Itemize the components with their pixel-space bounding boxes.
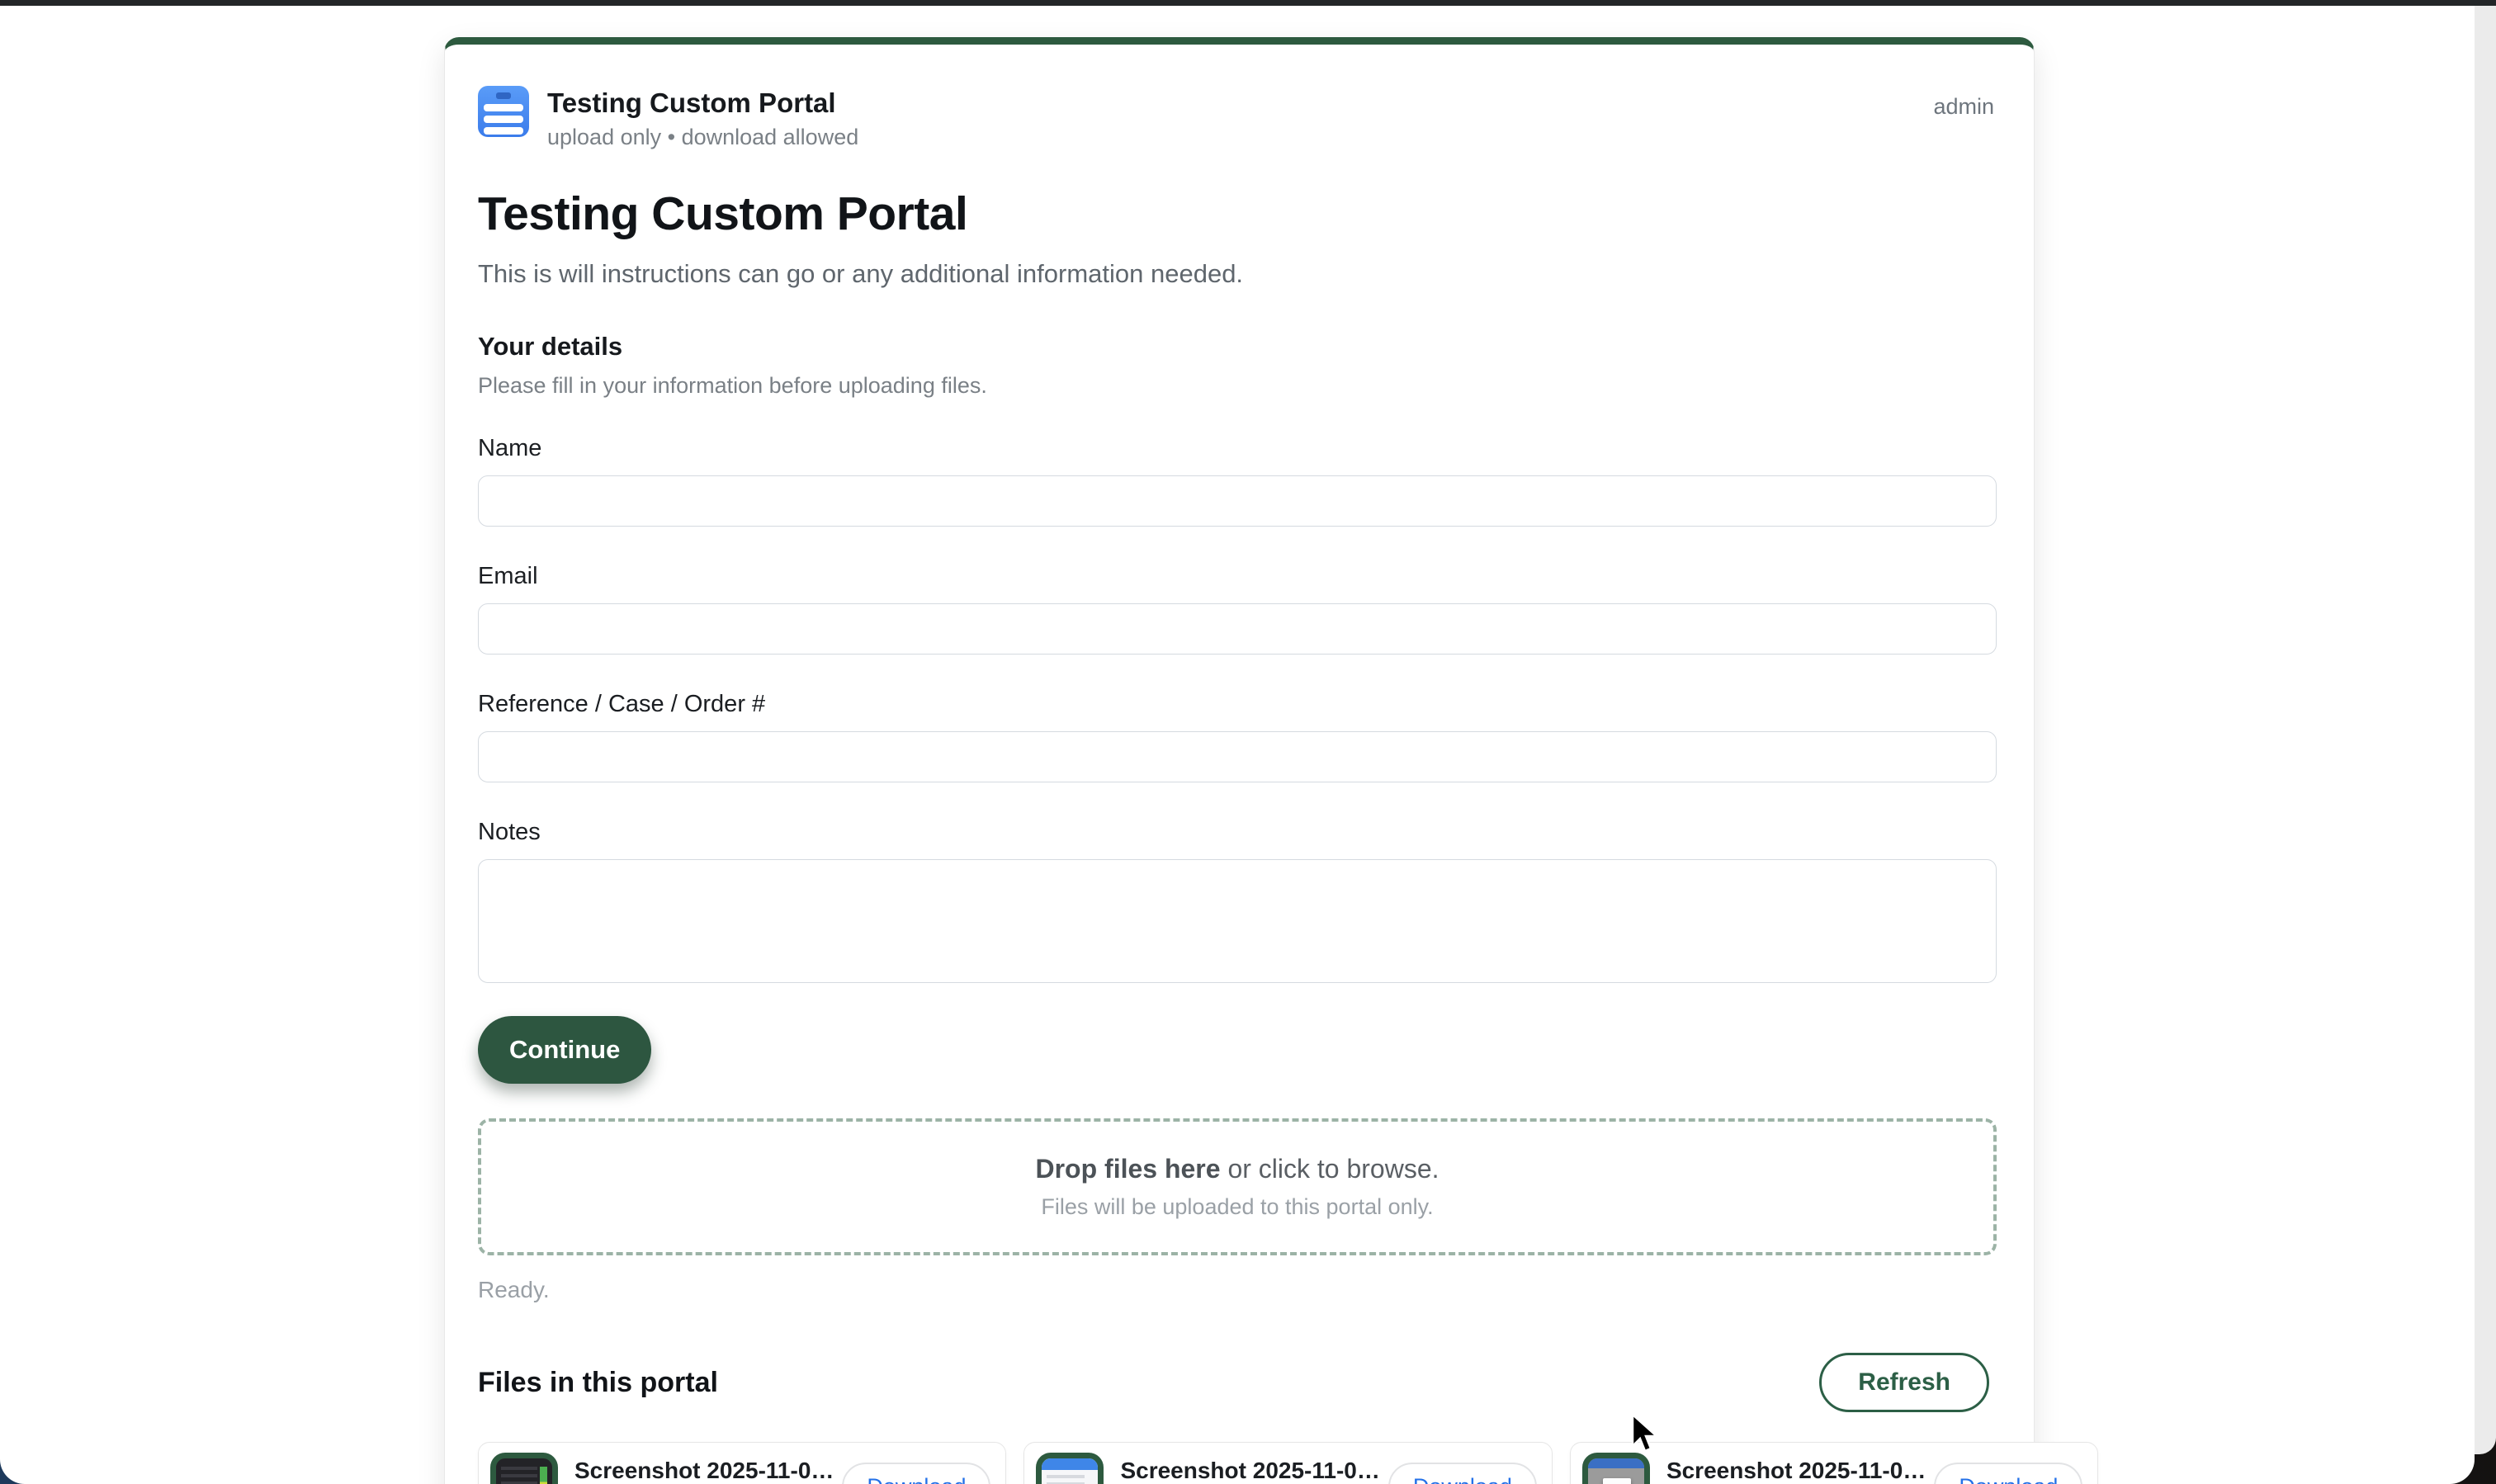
screen-top-edge [0,0,2496,6]
file-name: Screenshot 2025-11-0… [1666,1458,1926,1484]
file-thumbnail [490,1453,558,1484]
details-subheading: Please fill in your information before u… [478,373,1994,399]
background-window-edge [2475,6,2496,1454]
page-title: Testing Custom Portal [478,187,1994,241]
continue-button[interactable]: Continue [478,1016,651,1084]
download-button[interactable]: Download [1934,1463,2082,1484]
user-role-label: admin [1933,94,1994,120]
dropzone-note: Files will be uploaded to this portal on… [1041,1194,1433,1220]
notes-field[interactable] [478,859,1997,983]
file-dropzone[interactable]: Drop files here or click to browse. File… [478,1118,1997,1255]
details-heading: Your details [478,332,1994,362]
mouse-cursor [1631,1413,1664,1456]
file-card: Screenshot 2025-11-0… 753.5 KB Download [1023,1442,1552,1484]
name-label: Name [478,435,1994,462]
file-card: Screenshot 2025-11-0… 693.6 KB Download [478,1442,1006,1484]
refresh-button[interactable]: Refresh [1819,1353,1989,1412]
file-thumbnail [1582,1453,1650,1484]
portal-name: Testing Custom Portal [547,86,858,120]
dropzone-text: Drop files here or click to browse. [1035,1154,1439,1184]
browser-page: Testing Custom Portal upload only • down… [0,6,2475,1484]
file-name: Screenshot 2025-11-0… [574,1458,834,1484]
file-thumbnail [1036,1453,1104,1484]
files-heading: Files in this portal [478,1367,718,1399]
download-button[interactable]: Download [842,1463,990,1484]
name-field[interactable] [478,475,1997,527]
download-button[interactable]: Download [1388,1463,1537,1484]
portal-card: Testing Custom Portal upload only • down… [444,37,2035,1484]
portal-permissions: upload only • download allowed [547,125,858,150]
reference-field[interactable] [478,731,1997,782]
files-section-header: Files in this portal Refresh [478,1353,1994,1412]
email-label: Email [478,563,1994,590]
server-stack-icon [478,86,529,137]
portal-card-header: Testing Custom Portal upload only • down… [478,86,1994,150]
page-description: This is will instructions can go or any … [478,259,1994,289]
reference-label: Reference / Case / Order # [478,691,1994,718]
file-name: Screenshot 2025-11-0… [1120,1458,1379,1484]
status-text: Ready. [478,1277,1994,1303]
notes-label: Notes [478,819,1994,846]
desktop: Testing Custom Portal upload only • down… [0,0,2496,1484]
files-grid: Screenshot 2025-11-0… 693.6 KB Download … [478,1442,1994,1484]
email-field[interactable] [478,603,1997,655]
